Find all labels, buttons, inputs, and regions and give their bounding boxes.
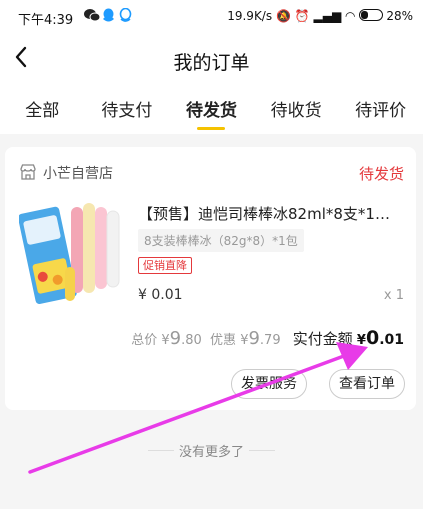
total-int: 9 [169, 328, 182, 349]
tab-pending-review[interactable]: 待评价 [338, 96, 423, 130]
tab-pending-receipt[interactable]: 待收货 [254, 96, 339, 130]
product-spec: 8支装棒棒冰（82g*8）*1包 [138, 229, 304, 252]
status-time: 下午4:39 [18, 13, 74, 28]
total-dec: .80 [181, 333, 202, 348]
qq-icon-1 [102, 8, 115, 26]
order-card[interactable]: 小芒自营店 待发货 【预售】迪恺司棒棒冰82ml*8支*1袋夏季水果冰 8支装棒… [5, 147, 416, 410]
order-tabs: 全部 待支付 待发货 待收货 待评价 [0, 96, 423, 130]
discount-label: 优惠 [210, 333, 237, 348]
wifi-icon: ◠ [345, 9, 356, 23]
status-bar: 下午4:39 19.9K/s 🔕 ⏰ ▂▄▆ ◠ 28% [0, 0, 423, 34]
promo-tag: 促销直降 [138, 257, 192, 274]
order-status: 待发货 [358, 165, 404, 183]
status-right: 19.9K/s 🔕 ⏰ ▂▄▆ ◠ 28% [227, 9, 413, 23]
tab-pending-shipment[interactable]: 待发货 [169, 96, 254, 130]
signal-icon: ▂▄▆ [313, 9, 342, 23]
shop-icon [20, 164, 36, 180]
product-price: ¥ 0.01 [138, 287, 183, 303]
mute-icon: 🔕 [275, 9, 291, 23]
qq-icon-2 [119, 7, 132, 26]
tab-all[interactable]: 全部 [0, 96, 85, 130]
paid-dec: .01 [379, 332, 404, 348]
discount-int: 9 [248, 328, 260, 349]
battery-icon [359, 9, 384, 21]
total-currency: ¥ [161, 333, 170, 348]
discount-dec: .79 [259, 333, 281, 348]
product-image[interactable] [19, 197, 127, 309]
paid-label: 实付金额 [292, 330, 353, 348]
top-panel: 下午4:39 19.9K/s 🔕 ⏰ ▂▄▆ ◠ 28% 我的订单 全部 待支付… [0, 0, 423, 134]
product-title[interactable]: 【预售】迪恺司棒棒冰82ml*8支*1袋夏季水果冰 [138, 203, 404, 224]
no-more-text: 没有更多了 [178, 445, 244, 460]
paid-int: 0 [365, 327, 380, 349]
network-speed: 19.9K/s [227, 9, 273, 23]
invoice-service-button[interactable]: 发票服务 [231, 369, 307, 399]
alarm-icon: ⏰ [294, 9, 310, 23]
wechat-icon [84, 8, 101, 25]
total-label: 总价 [131, 333, 158, 348]
product-quantity: x 1 [383, 288, 404, 303]
order-totals: 总价 ¥9.80 优惠 ¥9.79 实付金额 ¥0.01 [131, 327, 404, 349]
tab-pending-payment[interactable]: 待支付 [85, 96, 170, 130]
page-title: 我的订单 [173, 52, 250, 74]
paid-currency: ¥ [356, 333, 366, 348]
view-order-button[interactable]: 查看订单 [329, 369, 405, 399]
battery-level: 28% [386, 9, 413, 23]
shop-name[interactable]: 小芒自营店 [43, 163, 113, 183]
divider-right [249, 450, 275, 451]
